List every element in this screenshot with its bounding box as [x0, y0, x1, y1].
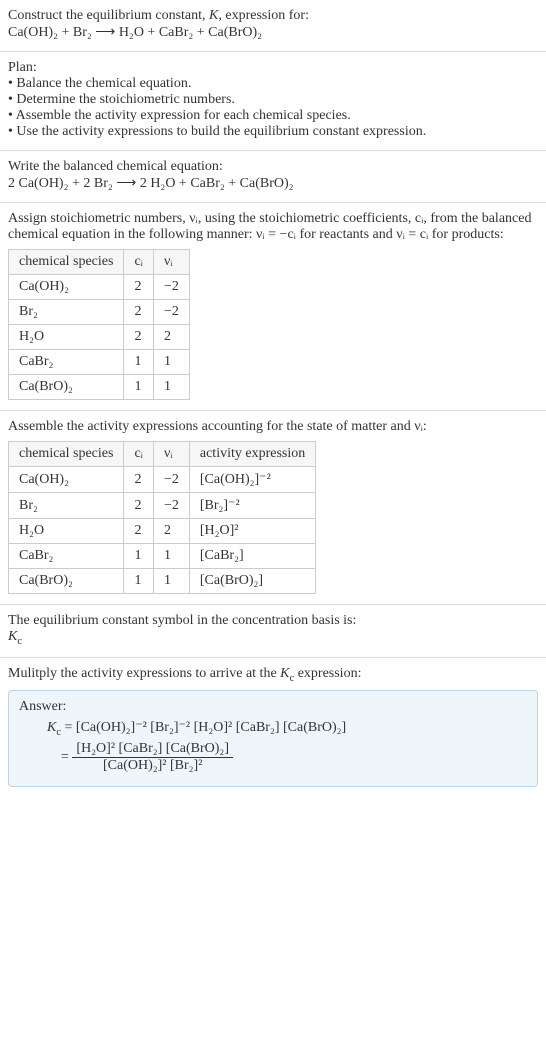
symbol-section: The equilibrium constant symbol in the c…: [0, 605, 546, 658]
cell-species: H₂O: [9, 519, 124, 544]
table-row: Ca(BrO)₂ 1 1: [9, 375, 190, 400]
cell-vi: −2: [153, 300, 189, 325]
cell-vi: 2: [153, 325, 189, 350]
cell-species: CaBr₂: [9, 544, 124, 569]
kc-flat-line: Kc = [Ca(OH)₂]⁻² [Br₂]⁻² [H₂O]² [CaBr₂] …: [47, 719, 527, 738]
cell-ci: 2: [124, 300, 154, 325]
cell-species: H₂O: [9, 325, 124, 350]
table-row: H₂O 2 2 [H₂O]²: [9, 519, 316, 544]
col-ci: cᵢ: [124, 442, 154, 467]
cell-vi: −2: [153, 275, 189, 300]
activity-heading: Assemble the activity expressions accoun…: [8, 419, 538, 435]
cell-vi: −2: [153, 493, 189, 519]
symbol-text: The equilibrium constant symbol in the c…: [8, 613, 538, 629]
cell-activity: [H₂O]²: [189, 519, 315, 544]
cell-ci: 2: [124, 467, 154, 493]
table-row: CaBr₂ 1 1 [CaBr₂]: [9, 544, 316, 569]
symbol-kc: Kc: [8, 629, 538, 647]
cell-species: CaBr₂: [9, 350, 124, 375]
cell-ci: 2: [124, 493, 154, 519]
cell-species: Ca(OH)₂: [9, 275, 124, 300]
kc-flat-expr: [Ca(OH)₂]⁻² [Br₂]⁻² [H₂O]² [CaBr₂] [Ca(B…: [76, 720, 346, 735]
plan-bullet-4: • Use the activity expressions to build …: [8, 124, 538, 140]
cell-vi: 1: [153, 569, 189, 594]
table-row: H₂O 2 2: [9, 325, 190, 350]
answer-section: Mulitply the activity expressions to arr…: [0, 658, 546, 798]
cell-vi: 2: [153, 519, 189, 544]
activity-table: chemical species cᵢ νᵢ activity expressi…: [8, 441, 316, 594]
cell-species: Ca(BrO)₂: [9, 375, 124, 400]
plan-bullet-3: • Assemble the activity expression for e…: [8, 108, 538, 124]
activity-section: Assemble the activity expressions accoun…: [0, 411, 546, 605]
table-header-row: chemical species cᵢ νᵢ: [9, 250, 190, 275]
balanced-heading: Write the balanced chemical equation:: [8, 159, 538, 175]
plan-bullet-1: • Balance the chemical equation.: [8, 76, 538, 92]
kc-numerator: [H₂O]² [CaBr₂] [Ca(BrO)₂]: [72, 741, 233, 758]
answer-label: Answer:: [19, 699, 527, 715]
cell-ci: 1: [124, 544, 154, 569]
col-vi: νᵢ: [153, 250, 189, 275]
cell-vi: 1: [153, 544, 189, 569]
col-species: chemical species: [9, 250, 124, 275]
kc-fraction: [H₂O]² [CaBr₂] [Ca(BrO)₂] [Ca(OH)₂]² [Br…: [72, 741, 233, 774]
table-row: CaBr₂ 1 1: [9, 350, 190, 375]
cell-species: Ca(OH)₂: [9, 467, 124, 493]
intro-line1: Construct the equilibrium constant, K, e…: [8, 8, 309, 23]
cell-activity: [CaBr₂]: [189, 544, 315, 569]
balanced-equation: 2 Ca(OH)₂ + 2 Br₂ ⟶ 2 H₂O + CaBr₂ + Ca(B…: [8, 175, 538, 192]
table-header-row: chemical species cᵢ νᵢ activity expressi…: [9, 442, 316, 467]
stoich-text: Assign stoichiometric numbers, νᵢ, using…: [8, 211, 538, 243]
col-vi: νᵢ: [153, 442, 189, 467]
answer-box: Answer: Kc = [Ca(OH)₂]⁻² [Br₂]⁻² [H₂O]² …: [8, 690, 538, 788]
stoich-table: chemical species cᵢ νᵢ Ca(OH)₂ 2 −2 Br₂ …: [8, 249, 190, 400]
cell-vi: 1: [153, 350, 189, 375]
cell-species: Ca(BrO)₂: [9, 569, 124, 594]
table-row: Br₂ 2 −2 [Br₂]⁻²: [9, 493, 316, 519]
intro-equation: Ca(OH)₂ + Br₂ ⟶ H₂O + CaBr₂ + Ca(BrO)₂: [8, 24, 538, 41]
cell-ci: 1: [124, 569, 154, 594]
cell-ci: 2: [124, 519, 154, 544]
plan-bullet-2: • Determine the stoichiometric numbers.: [8, 92, 538, 108]
cell-ci: 1: [124, 350, 154, 375]
cell-ci: 1: [124, 375, 154, 400]
kc-fraction-line: = [H₂O]² [CaBr₂] [Ca(BrO)₂] [Ca(OH)₂]² […: [47, 741, 527, 774]
intro-section: Construct the equilibrium constant, K, e…: [0, 0, 546, 52]
plan-heading: Plan:: [8, 60, 538, 76]
table-row: Ca(OH)₂ 2 −2: [9, 275, 190, 300]
cell-species: Br₂: [9, 493, 124, 519]
cell-activity: [Br₂]⁻²: [189, 493, 315, 519]
col-species: chemical species: [9, 442, 124, 467]
table-row: Ca(BrO)₂ 1 1 [Ca(BrO)₂]: [9, 569, 316, 594]
multiply-heading: Mulitply the activity expressions to arr…: [8, 666, 538, 684]
table-row: Ca(OH)₂ 2 −2 [Ca(OH)₂]⁻²: [9, 467, 316, 493]
col-ci: cᵢ: [124, 250, 154, 275]
stoich-section: Assign stoichiometric numbers, νᵢ, using…: [0, 203, 546, 411]
kc-denominator: [Ca(OH)₂]² [Br₂]²: [72, 758, 233, 774]
balanced-section: Write the balanced chemical equation: 2 …: [0, 151, 546, 203]
cell-vi: −2: [153, 467, 189, 493]
table-row: Br₂ 2 −2: [9, 300, 190, 325]
cell-ci: 2: [124, 325, 154, 350]
col-activity: activity expression: [189, 442, 315, 467]
cell-vi: 1: [153, 375, 189, 400]
plan-section: Plan: • Balance the chemical equation. •…: [0, 52, 546, 151]
cell-species: Br₂: [9, 300, 124, 325]
cell-ci: 2: [124, 275, 154, 300]
cell-activity: [Ca(BrO)₂]: [189, 569, 315, 594]
cell-activity: [Ca(OH)₂]⁻²: [189, 467, 315, 493]
